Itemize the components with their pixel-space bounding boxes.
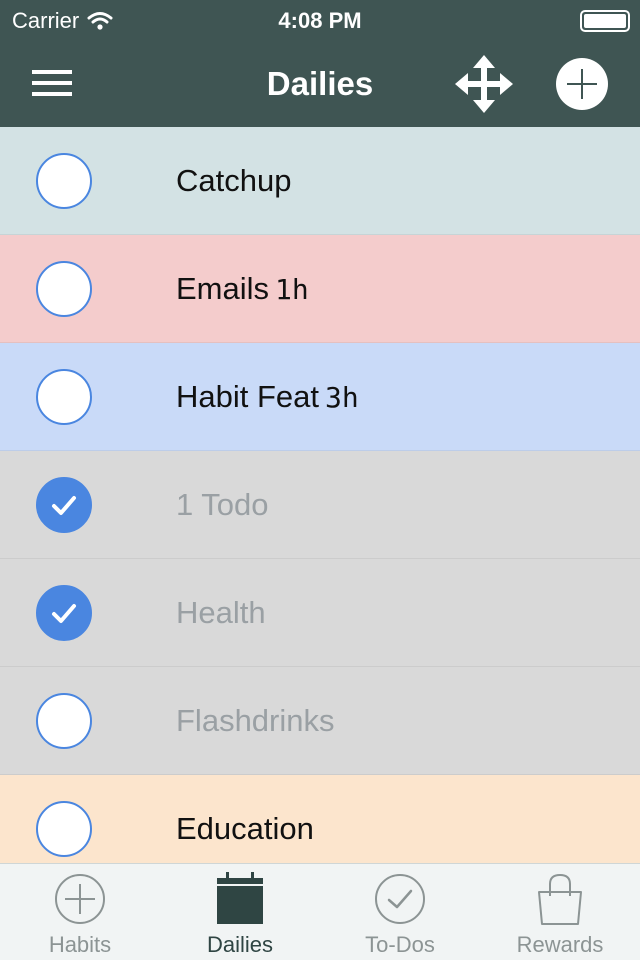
daily-checkbox[interactable] <box>36 477 92 533</box>
daily-title: Flashdrinks <box>176 703 335 738</box>
plus-circle-icon <box>55 874 105 924</box>
tab-todos[interactable]: To-Dos <box>320 864 480 960</box>
daily-label: Education <box>176 811 320 847</box>
tab-habits[interactable]: Habits <box>0 864 160 960</box>
app-header: Carrier 4:08 PM Dailies <box>0 0 640 127</box>
daily-duration: 1h <box>275 273 309 306</box>
daily-title: Emails <box>176 271 270 306</box>
daily-row-emails[interactable]: Emails 1h <box>0 235 640 343</box>
daily-checkbox[interactable] <box>36 585 92 641</box>
tab-label: Habits <box>48 932 112 957</box>
daily-label: Health <box>176 595 272 631</box>
daily-label: Emails 1h <box>176 271 309 307</box>
daily-row-flashdrinks[interactable]: Flashdrinks <box>0 667 640 775</box>
daily-title: Catchup <box>176 163 292 198</box>
reorder-button[interactable] <box>452 52 516 116</box>
checkmark-circle-icon <box>375 874 425 924</box>
plus-circle-icon <box>567 69 597 99</box>
daily-checkbox[interactable] <box>36 801 92 857</box>
daily-row-1-todo[interactable]: 1 Todo <box>0 451 640 559</box>
nav-bar: Dailies <box>0 40 640 127</box>
daily-duration: 3h <box>325 381 359 414</box>
daily-checkbox[interactable] <box>36 153 92 209</box>
daily-checkbox[interactable] <box>36 369 92 425</box>
tab-label: To-Dos <box>365 932 435 957</box>
tab-bar: Habits Dailies To-Dos Rewards <box>0 863 640 960</box>
daily-row-education[interactable]: Education <box>0 775 640 863</box>
status-time: 4:08 PM <box>278 8 362 33</box>
tab-label: Dailies <box>206 932 274 957</box>
dailies-list: Catchup Emails 1h Habit Feat 3h 1 Todo Hea… <box>0 127 640 863</box>
checkmark-icon <box>52 604 76 623</box>
page-title: Dailies <box>266 65 374 102</box>
daily-row-habit-feat[interactable]: Habit Feat 3h <box>0 343 640 451</box>
shopping-bag-icon <box>538 873 582 925</box>
daily-title: Habit Feat <box>176 379 320 414</box>
daily-row-catchup[interactable]: Catchup <box>0 127 640 235</box>
move-arrows-icon <box>455 55 513 113</box>
battery-full-icon <box>580 10 630 32</box>
add-daily-button[interactable] <box>556 58 608 110</box>
status-bar: Carrier 4:08 PM <box>0 0 640 40</box>
daily-label: Flashdrinks <box>176 703 341 739</box>
tab-label: Rewards <box>516 932 604 957</box>
daily-checkbox[interactable] <box>36 261 92 317</box>
daily-label: Habit Feat 3h <box>176 379 359 415</box>
daily-checkbox[interactable] <box>36 693 92 749</box>
daily-label: Catchup <box>176 163 297 199</box>
calendar-icon <box>217 872 263 924</box>
checkmark-icon <box>52 496 76 515</box>
daily-title: Education <box>176 811 314 846</box>
tab-dailies[interactable]: Dailies <box>160 864 320 960</box>
daily-title: Health <box>176 595 266 630</box>
daily-label: 1 Todo <box>176 487 275 523</box>
tab-rewards[interactable]: Rewards <box>480 864 640 960</box>
daily-row-health[interactable]: Health <box>0 559 640 667</box>
daily-title: 1 Todo <box>176 487 269 522</box>
